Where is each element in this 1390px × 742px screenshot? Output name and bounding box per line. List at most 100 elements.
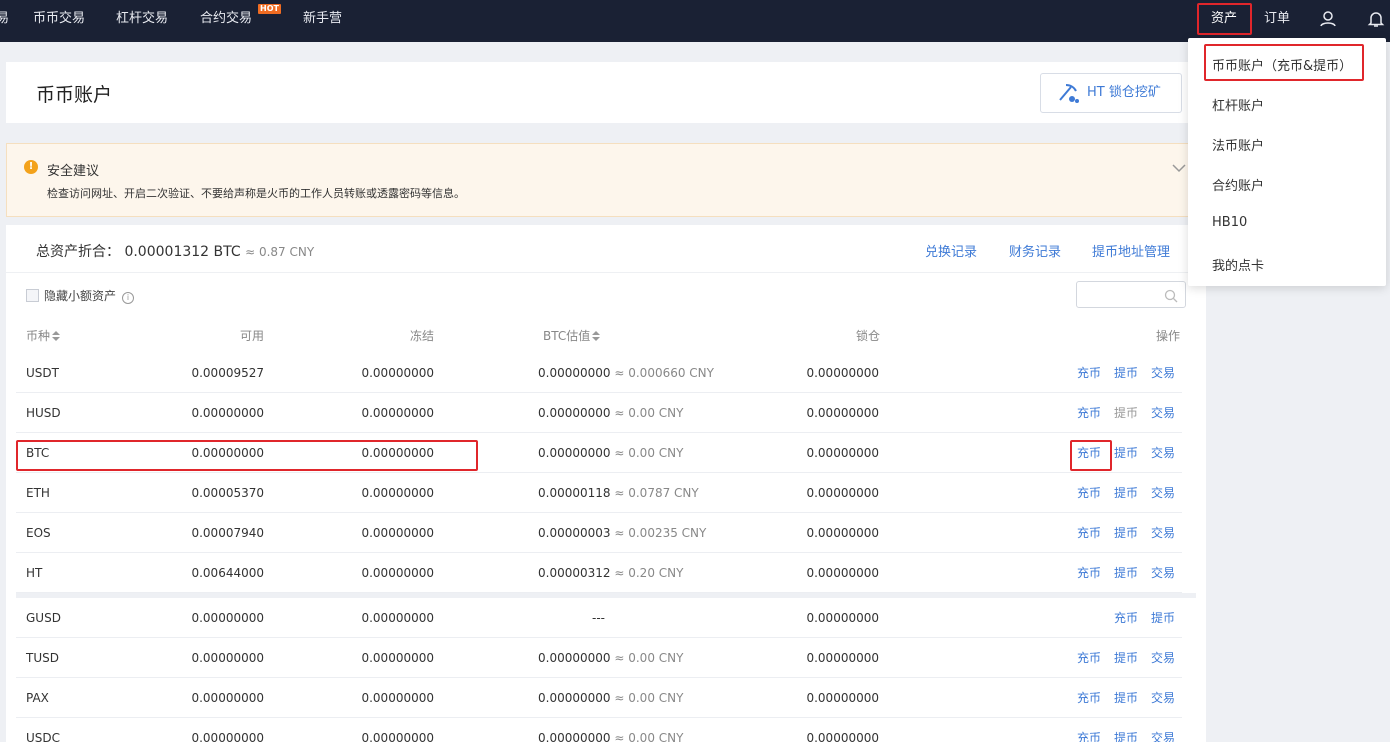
hide-small-checkbox[interactable] (26, 289, 39, 302)
trade-button[interactable]: 交易 (1151, 638, 1175, 678)
nav-item-spot[interactable]: 币币交易 (33, 0, 85, 42)
locked-amount: 0.00000000 (806, 731, 879, 742)
dropdown-item-margin-account[interactable]: 杠杆账户 (1212, 95, 1264, 114)
withdraw-button[interactable]: 提币 (1114, 433, 1138, 473)
locked-amount: 0.00000000 (806, 366, 879, 380)
th-btc-value[interactable]: BTC估值 (543, 327, 601, 344)
deposit-button[interactable]: 充币 (1114, 598, 1138, 638)
available-amount: 0.00000000 (191, 691, 264, 705)
trade-button[interactable]: 交易 (1151, 678, 1175, 718)
table-row: HT 0.00644000 0.00000000 0.00000312 ≈ 0.20 … (16, 553, 1182, 593)
frozen-amount: 0.00000000 (361, 486, 434, 500)
btc-value-cny: ≈ 0.00 CNY (614, 651, 684, 665)
th-coin[interactable]: 币种 (26, 327, 61, 344)
btc-value: 0.00000003 ≈ 0.00235 CNY (538, 513, 706, 553)
divider (6, 272, 1206, 273)
available-amount: 0.00000000 (191, 731, 264, 742)
frozen-amount: 0.00000000 (361, 611, 434, 625)
trade-button[interactable]: 交易 (1151, 718, 1175, 742)
deposit-button[interactable]: 充币 (1077, 473, 1101, 513)
btc-value-amount: 0.00000000 (538, 731, 611, 742)
user-icon[interactable] (1319, 0, 1337, 42)
coin-name: GUSD (26, 611, 61, 625)
deposit-button[interactable]: 充币 (1077, 553, 1101, 593)
btc-value-cny: ≈ 0.00 CNY (614, 691, 684, 705)
chevron-down-icon[interactable] (1171, 158, 1187, 177)
total-label: 总资产折合： (36, 244, 120, 260)
btc-value-cny: ≈ 0.000660 CNY (614, 366, 714, 380)
withdraw-button[interactable]: 提币 (1151, 598, 1175, 638)
deposit-button[interactable]: 充币 (1077, 638, 1101, 678)
btc-value-amount: 0.00000000 (538, 366, 611, 380)
deposit-button[interactable]: 充币 (1077, 353, 1101, 393)
mining-icon (1057, 82, 1079, 120)
bell-icon[interactable] (1367, 0, 1385, 42)
dropdown-item-hb10[interactable]: HB10 (1212, 215, 1247, 230)
nav-item-margin[interactable]: 杠杆交易 (116, 0, 168, 42)
nav-item-contract[interactable]: 合约交易 (200, 0, 252, 42)
top-nav: 易 币币交易 杠杆交易 合约交易 HOT 新手营 资产 订单 (0, 0, 1390, 42)
nav-item-newbie[interactable]: 新手营 (303, 0, 342, 42)
available-amount: 0.00007940 (191, 526, 264, 540)
nav-item-partial[interactable]: 易 (0, 0, 9, 42)
coin-name: EOS (26, 526, 51, 540)
btc-row-highlight (16, 440, 478, 471)
btc-value-cny: ≈ 0.00 CNY (614, 731, 684, 742)
trade-button[interactable]: 交易 (1151, 353, 1175, 393)
available-amount: 0.00000000 (191, 651, 264, 665)
btc-value-empty: --- (592, 611, 605, 625)
dropdown-item-contract-account[interactable]: 合约账户 (1212, 175, 1264, 194)
alert-title: 安全建议 (47, 164, 100, 179)
withdraw-button[interactable]: 提币 (1114, 718, 1138, 742)
trade-button[interactable]: 交易 (1151, 513, 1175, 553)
withdraw-button[interactable]: 提币 (1114, 393, 1138, 433)
withdraw-button[interactable]: 提币 (1114, 513, 1138, 553)
search-input[interactable] (1076, 281, 1186, 308)
exchange-record-link[interactable]: 兑换记录 (925, 241, 977, 260)
info-icon[interactable]: i (122, 292, 135, 304)
dropdown-item-point-card[interactable]: 我的点卡 (1212, 255, 1264, 274)
btc-value-amount: 0.00000000 (538, 691, 611, 705)
search-icon (1164, 288, 1178, 307)
warning-icon: ! (24, 160, 38, 174)
btc-value: 0.00000312 ≈ 0.20 CNY (538, 553, 683, 593)
withdraw-button[interactable]: 提币 (1114, 638, 1138, 678)
withdraw-button[interactable]: 提币 (1114, 353, 1138, 393)
deposit-button[interactable]: 充币 (1077, 678, 1101, 718)
withdraw-button[interactable]: 提币 (1114, 678, 1138, 718)
trade-button[interactable]: 交易 (1151, 553, 1175, 593)
btc-value-cny: ≈ 0.20 CNY (614, 566, 684, 580)
page-title: 币币账户 (36, 84, 113, 106)
btc-value: 0.00000000 ≈ 0.000660 CNY (538, 353, 714, 393)
trade-button[interactable]: 交易 (1151, 433, 1175, 473)
trade-button[interactable]: 交易 (1151, 473, 1175, 513)
table-row: PAX 0.00000000 0.00000000 0.00000000 ≈ 0.00… (16, 678, 1182, 718)
th-frozen: 冻结 (410, 329, 435, 343)
sort-icon[interactable] (52, 331, 61, 341)
dropdown-item-fiat-account[interactable]: 法币账户 (1212, 135, 1264, 154)
btc-deposit-highlight (1070, 440, 1112, 471)
table-row: ETH 0.00005370 0.00000000 0.00000118 ≈ 0.07… (16, 473, 1182, 513)
btc-value: 0.00000000 ≈ 0.00 CNY (538, 718, 683, 742)
sort-icon[interactable] (592, 331, 601, 341)
available-amount: 0.00000000 (191, 611, 264, 625)
frozen-amount: 0.00000000 (361, 731, 434, 742)
nav-orders[interactable]: 订单 (1264, 0, 1290, 42)
deposit-button[interactable]: 充币 (1077, 393, 1101, 433)
trade-button[interactable]: 交易 (1151, 393, 1175, 433)
frozen-amount: 0.00000000 (361, 566, 434, 580)
hide-small-assets[interactable]: 隐藏小额资产 i (26, 287, 135, 304)
ht-mining-button[interactable]: HT 锁仓挖矿 (1040, 73, 1182, 113)
table-row: HUSD 0.00000000 0.00000000 0.00000000 ≈ 0.0… (16, 393, 1182, 433)
locked-amount: 0.00000000 (806, 566, 879, 580)
withdraw-address-link[interactable]: 提币地址管理 (1092, 241, 1170, 260)
withdraw-button[interactable]: 提币 (1114, 473, 1138, 513)
deposit-button[interactable]: 充币 (1077, 718, 1101, 742)
deposit-button[interactable]: 充币 (1077, 513, 1101, 553)
assets-highlight (1197, 3, 1252, 35)
locked-amount: 0.00000000 (806, 526, 879, 540)
btc-value-amount: 0.00000000 (538, 446, 611, 460)
available-amount: 0.00009527 (191, 366, 264, 380)
finance-record-link[interactable]: 财务记录 (1009, 241, 1061, 260)
withdraw-button[interactable]: 提币 (1114, 553, 1138, 593)
